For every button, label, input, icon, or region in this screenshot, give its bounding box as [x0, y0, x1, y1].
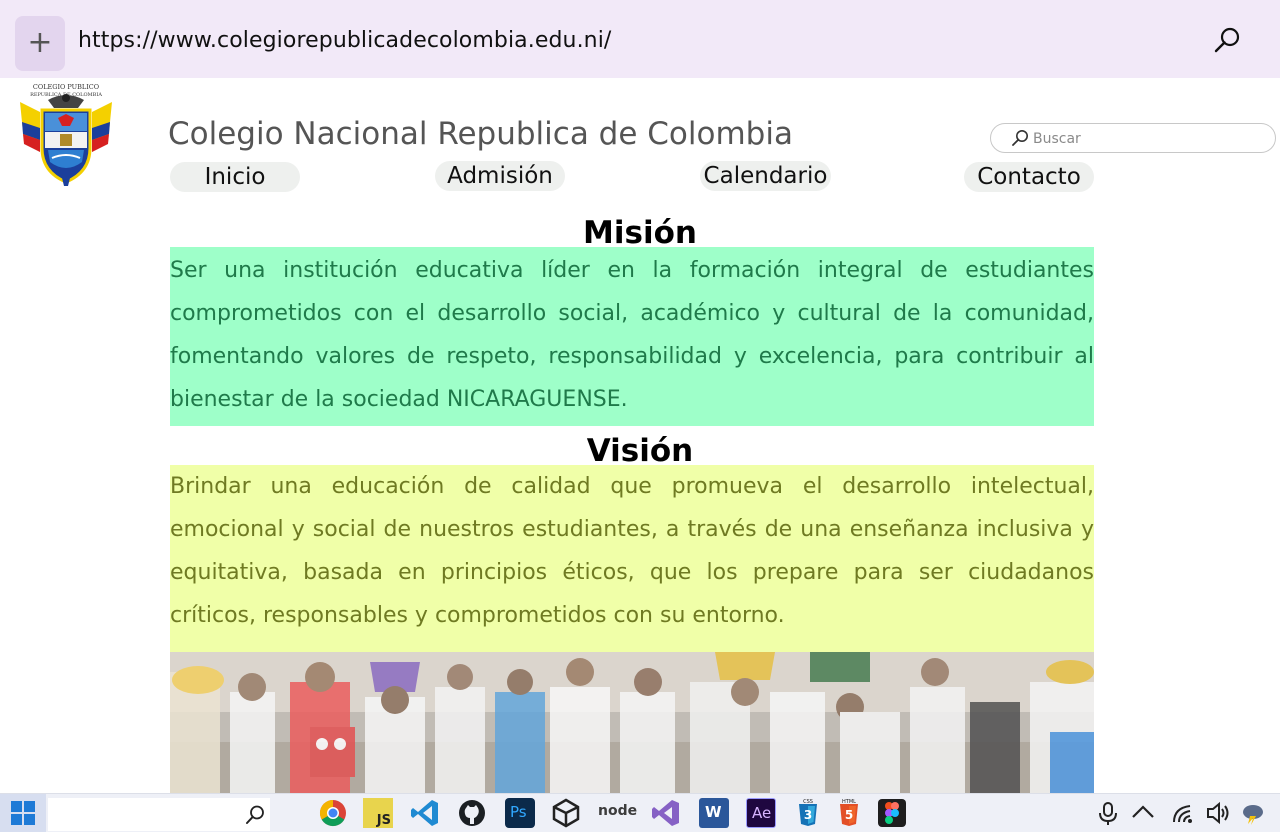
css3-icon[interactable]: CSS 3 — [793, 798, 823, 828]
visual-studio-icon[interactable] — [651, 798, 681, 828]
taskbar: JS Ps node W Ae CSS 3 HTML 5 — [0, 793, 1280, 832]
students-celebration-photo — [170, 652, 1094, 793]
after-effects-icon[interactable]: Ae — [746, 798, 776, 828]
site-search-box[interactable] — [990, 123, 1276, 153]
vision-text: Brindar una educación de calidad que pro… — [170, 465, 1094, 652]
url-field[interactable]: https://www.colegiorepublicadecolombia.e… — [78, 28, 611, 53]
svg-text:5: 5 — [845, 808, 853, 822]
school-crest-logo[interactable]: COLEGIO PUBLICO REPUBLICA DE COLOMBIA — [18, 82, 114, 188]
photoshop-icon[interactable]: Ps — [505, 798, 535, 828]
nodejs-icon[interactable]: node — [598, 798, 637, 828]
svg-text:COLEGIO PUBLICO: COLEGIO PUBLICO — [33, 83, 99, 91]
svg-text:CSS: CSS — [803, 799, 813, 805]
svg-text:3: 3 — [804, 808, 812, 822]
figma-icon[interactable] — [877, 798, 907, 828]
mision-text: Ser una institución educativa líder en l… — [170, 247, 1094, 426]
unity-icon[interactable] — [551, 798, 581, 828]
search-icon[interactable] — [1212, 26, 1242, 56]
mision-heading: Misión — [583, 215, 697, 251]
word-icon[interactable]: W — [699, 798, 729, 828]
site-title: Colegio Nacional Republica de Colombia — [168, 116, 793, 152]
nav-item-contacto[interactable]: Contacto — [964, 162, 1094, 192]
microphone-icon[interactable] — [1095, 800, 1121, 826]
nav-item-admision[interactable]: Admisión — [435, 161, 565, 191]
wifi-icon[interactable] — [1170, 800, 1196, 826]
github-icon[interactable] — [457, 798, 487, 828]
vscode-icon[interactable] — [410, 798, 440, 828]
browser-address-bar: + https://www.colegiorepublicadecolombia… — [0, 0, 1280, 78]
start-button[interactable] — [0, 794, 46, 832]
nav-item-inicio[interactable]: Inicio — [170, 162, 300, 192]
html5-icon[interactable]: HTML 5 — [834, 798, 864, 828]
volume-icon[interactable] — [1205, 800, 1231, 826]
svg-text:HTML: HTML — [842, 799, 856, 805]
weather-icon[interactable] — [1240, 800, 1266, 826]
site-search-input[interactable] — [1033, 128, 1263, 150]
vision-heading: Visión — [586, 433, 694, 469]
search-icon — [1012, 130, 1028, 146]
search-icon — [246, 805, 264, 824]
new-tab-button[interactable]: + — [15, 16, 65, 71]
javascript-icon[interactable]: JS — [363, 798, 393, 828]
taskbar-search[interactable] — [48, 798, 270, 831]
chrome-icon[interactable] — [318, 798, 348, 828]
windows-start-icon — [11, 801, 35, 825]
nav-item-calendario[interactable]: Calendario — [700, 161, 831, 191]
chevron-up-icon[interactable] — [1130, 800, 1156, 826]
